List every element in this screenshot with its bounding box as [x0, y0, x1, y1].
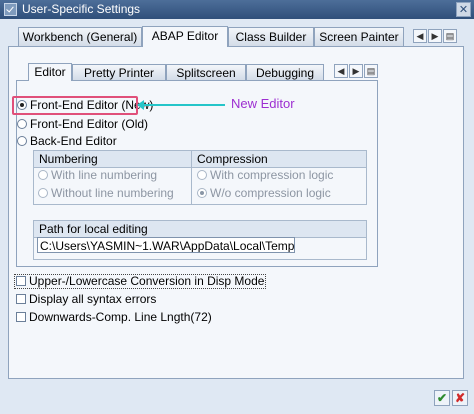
tab-abap-editor[interactable]: ABAP Editor — [142, 26, 228, 47]
subtab-list-button[interactable]: ▤ — [364, 64, 378, 78]
radio-with-compression-logic[interactable]: With compression logic — [197, 168, 333, 183]
annotation-arrow-line — [141, 104, 225, 106]
subtab-splitscreen[interactable]: Splitscreen — [166, 64, 246, 80]
radio-back-end-editor[interactable]: Back-End Editor — [17, 134, 117, 149]
tab-list-button[interactable]: ▤ — [443, 29, 457, 43]
cancel-button[interactable]: ✘ — [452, 390, 468, 406]
checkbox-label: Upper-/Lowercase Conversion in Disp Mode — [29, 274, 265, 288]
tab-class-builder[interactable]: Class Builder — [228, 27, 314, 46]
subtab-editor[interactable]: Editor — [28, 63, 72, 81]
app-icon — [4, 3, 17, 16]
checkbox-display-syntax-errors[interactable]: Display all syntax errors — [16, 292, 156, 307]
title-bar: User-Specific Settings ✕ — [0, 0, 474, 19]
checkbox-upper-lowercase[interactable]: Upper-/Lowercase Conversion in Disp Mode — [16, 274, 264, 289]
radio-icon[interactable] — [17, 136, 27, 146]
radio-label: Without line numbering — [51, 186, 174, 200]
subtab-scroll-left-button[interactable]: ◀ — [334, 64, 348, 78]
radio-label: Front-End Editor (Old) — [30, 117, 149, 131]
radio-front-end-editor-old[interactable]: Front-End Editor (Old) — [17, 117, 148, 132]
radio-label: With line numbering — [51, 168, 158, 182]
path-header: Path for local editing — [34, 221, 366, 238]
subtab-scroll-right-button[interactable]: ▶ — [349, 64, 363, 78]
radio-without-compression-logic[interactable]: W/o compression logic — [197, 186, 331, 201]
tab-screen-painter[interactable]: Screen Painter — [314, 27, 404, 46]
radio-with-line-numbering[interactable]: With line numbering — [38, 168, 157, 183]
radio-selected-icon[interactable] — [197, 188, 207, 198]
tab-scroll-left-button[interactable]: ◀ — [413, 29, 427, 43]
window-title: User-Specific Settings — [22, 2, 141, 16]
radio-icon[interactable] — [38, 170, 48, 180]
subtab-pretty-printer[interactable]: Pretty Printer — [72, 64, 166, 80]
highlight-box — [12, 96, 138, 115]
checkbox-icon[interactable] — [16, 294, 26, 304]
radio-icon[interactable] — [17, 119, 27, 129]
compression-header: Compression — [192, 151, 366, 168]
local-path-field[interactable]: C:\Users\YASMIN~1.WAR\AppData\Local\Temp — [37, 237, 295, 253]
checkbox-icon[interactable] — [16, 276, 26, 286]
checkbox-downwards-comp[interactable]: Downwards-Comp. Line Lngth(72) — [16, 310, 212, 325]
radio-icon[interactable] — [38, 188, 48, 198]
checkbox-icon[interactable] — [16, 312, 26, 322]
checkbox-label: Display all syntax errors — [29, 292, 157, 306]
subtab-debugging[interactable]: Debugging — [246, 64, 324, 80]
radio-label: W/o compression logic — [210, 186, 331, 200]
close-button[interactable]: ✕ — [456, 2, 471, 17]
checkbox-label: Downwards-Comp. Line Lngth(72) — [29, 310, 212, 324]
radio-label: With compression logic — [210, 168, 334, 182]
radio-label: Back-End Editor — [30, 134, 117, 148]
ok-button[interactable]: ✔ — [434, 390, 450, 406]
numbering-header: Numbering — [34, 151, 191, 168]
radio-without-line-numbering[interactable]: Without line numbering — [38, 186, 174, 201]
tab-workbench-general[interactable]: Workbench (General) — [18, 27, 142, 46]
tab-scroll-right-button[interactable]: ▶ — [428, 29, 442, 43]
radio-icon[interactable] — [197, 170, 207, 180]
footer-bar — [0, 386, 474, 414]
annotation-label: New Editor — [231, 96, 295, 111]
